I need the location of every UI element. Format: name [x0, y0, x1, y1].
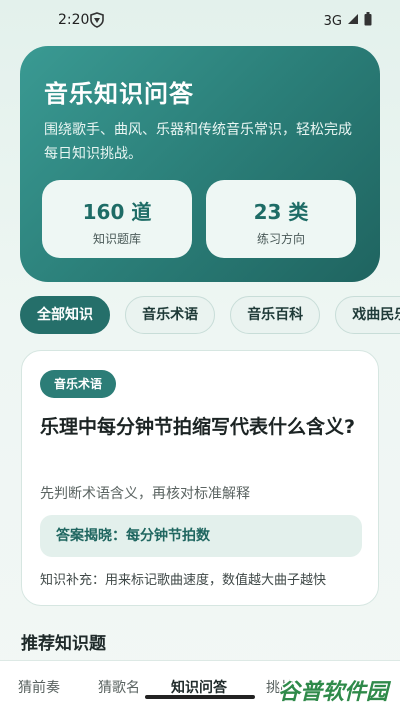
- category-chips: 全部知识 音乐术语 音乐百科 戏曲民乐: [20, 296, 400, 334]
- shield-icon: [90, 12, 104, 32]
- status-time: 2:20: [58, 12, 90, 28]
- knowledge-supplement: 知识补充：用来标记歌曲速度，数值越大曲子越快: [40, 573, 327, 588]
- stat-card-questions: 160 道 知识题库: [42, 180, 192, 258]
- stat-value: 23 类: [253, 200, 309, 224]
- question-hint: 先判断术语含义，再核对标准解释: [40, 486, 250, 502]
- chip-music-encyclopedia[interactable]: 音乐百科: [230, 296, 321, 334]
- network-type: 3G: [323, 13, 342, 29]
- stat-label: 知识题库: [92, 232, 141, 246]
- question-tag: 音乐术语: [40, 370, 117, 398]
- chip-music-terms[interactable]: 音乐术语: [125, 296, 216, 334]
- gesture-bar: [145, 695, 255, 699]
- watermark: 谷普软件园: [278, 672, 396, 706]
- nav-knowledge-quiz[interactable]: 知识问答: [171, 677, 227, 697]
- hero-card: 音乐知识问答 围绕歌手、曲风、乐器和传统音乐常识，轻松完成每日知识挑战。 160…: [20, 46, 380, 282]
- status-indicators: 3G: [324, 12, 372, 30]
- watermark-text: 谷普软件园: [278, 680, 389, 705]
- hero-description: 围绕歌手、曲风、乐器和传统音乐常识，轻松完成每日知识挑战。: [44, 122, 352, 162]
- question-card[interactable]: 音乐术语 乐理中每分钟节拍缩写代表什么含义? 先判断术语含义，再核对标准解释 答…: [21, 350, 379, 606]
- stat-card-categories: 23 类 练习方向: [206, 180, 356, 258]
- page-title: 音乐知识问答: [44, 80, 194, 108]
- nav-guess-song[interactable]: 猜歌名: [98, 677, 140, 697]
- question-text: 乐理中每分钟节拍缩写代表什么含义?: [40, 416, 356, 438]
- stat-label: 练习方向: [256, 232, 305, 246]
- stat-value: 160 道: [82, 200, 152, 224]
- chip-all-knowledge[interactable]: 全部知识: [20, 296, 110, 334]
- answer-reveal: 答案揭晓：每分钟节拍数: [40, 515, 362, 557]
- battery-icon: [364, 12, 372, 30]
- nav-guess-intro[interactable]: 猜前奏: [18, 677, 60, 697]
- section-title: 推荐知识题: [21, 634, 106, 654]
- chip-opera-folk[interactable]: 戏曲民乐: [335, 296, 400, 334]
- status-bar: 2:20 3G: [0, 0, 400, 42]
- signal-icon: [347, 13, 359, 29]
